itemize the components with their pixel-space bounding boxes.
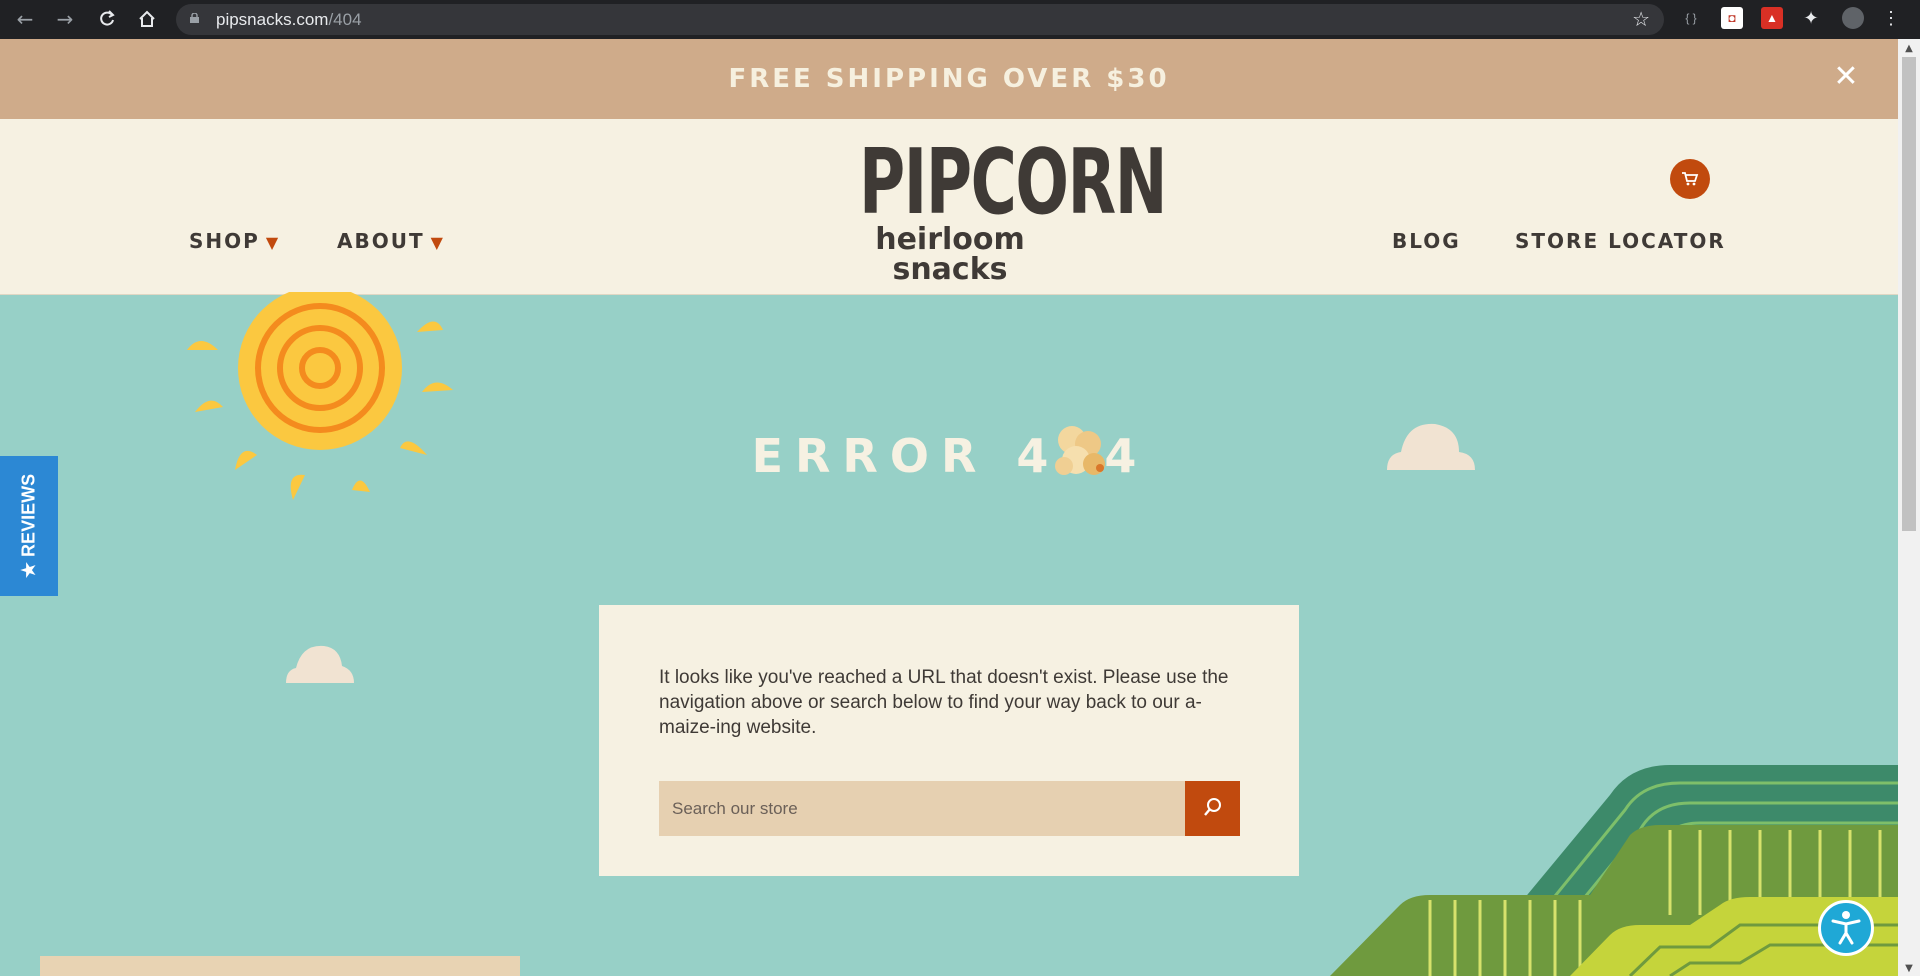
fields-illustration bbox=[1330, 765, 1898, 976]
pocket-extension-icon[interactable]: ◘ bbox=[1721, 7, 1743, 29]
error-message: It looks like you've reached a URL that … bbox=[659, 667, 1229, 738]
browser-toolbar: ← → pipsnacks.com/404 ☆ { } ◘ ▲ ✦ ⋮ bbox=[0, 0, 1920, 39]
footer-card-partial bbox=[40, 956, 520, 976]
error-heading: ERROR 4 4 bbox=[700, 420, 1200, 483]
scroll-down-arrow-icon[interactable]: ▼ bbox=[1903, 963, 1915, 974]
pdf-extension-icon[interactable]: ▲ bbox=[1761, 7, 1783, 29]
extensions-puzzle-icon[interactable]: ✦ bbox=[1800, 7, 1822, 29]
announcement-bar: FREE SHIPPING OVER $30 ✕ bbox=[0, 39, 1898, 119]
accessibility-button[interactable] bbox=[1818, 900, 1874, 956]
back-arrow-icon[interactable]: ← bbox=[10, 4, 40, 34]
scroll-up-arrow-icon[interactable]: ▲ bbox=[1903, 43, 1915, 54]
lock-icon bbox=[190, 13, 199, 23]
reload-icon[interactable] bbox=[92, 4, 122, 34]
caret-down-icon: ▼ bbox=[430, 233, 445, 252]
browser-menu-icon[interactable]: ⋮ bbox=[1880, 7, 1902, 29]
sun-illustration bbox=[187, 292, 453, 500]
accessibility-icon bbox=[1831, 911, 1861, 945]
error-card: It looks like you've reached a URL that … bbox=[599, 605, 1299, 876]
url-text: pipsnacks.com/404 bbox=[216, 10, 362, 29]
logo-wordmark: PIPCORN bbox=[859, 130, 1167, 235]
cart-icon[interactable] bbox=[1670, 159, 1710, 199]
home-icon[interactable] bbox=[132, 4, 162, 34]
page-scrollbar[interactable]: ▲ ▼ bbox=[1898, 39, 1920, 976]
close-icon[interactable]: ✕ bbox=[1830, 61, 1862, 93]
forward-arrow-icon[interactable]: → bbox=[50, 4, 80, 34]
search-icon bbox=[1203, 798, 1221, 816]
cloud-illustration bbox=[286, 645, 354, 683]
announcement-text: FREE SHIPPING OVER $30 bbox=[728, 64, 1170, 94]
json-extension-icon[interactable]: { } bbox=[1680, 7, 1702, 29]
bookmark-star-icon[interactable]: ☆ bbox=[1632, 4, 1650, 35]
profile-avatar[interactable] bbox=[1842, 7, 1864, 29]
address-bar[interactable]: pipsnacks.com/404 ☆ bbox=[176, 4, 1664, 35]
nav-shop[interactable]: SHOP ▼ bbox=[189, 229, 280, 253]
caret-down-icon: ▼ bbox=[265, 233, 281, 252]
site-logo[interactable]: PIPCORN heirloom snacks bbox=[820, 130, 1167, 285]
nav-store-locator[interactable]: STORE LOCATOR bbox=[1515, 229, 1726, 253]
site-header: SHOP ▼ ABOUT ▼ PIPCORN heirloom snacks BLO… bbox=[0, 119, 1898, 295]
cloud-illustration bbox=[1387, 423, 1475, 470]
search-input[interactable] bbox=[659, 781, 1185, 836]
popcorn-icon bbox=[1055, 426, 1106, 475]
nav-about[interactable]: ABOUT ▼ bbox=[337, 229, 445, 253]
reviews-tab[interactable]: ★ REVIEWS bbox=[0, 456, 58, 596]
scrollbar-thumb[interactable] bbox=[1902, 57, 1916, 531]
reviews-tab-label: ★ REVIEWS bbox=[18, 473, 39, 579]
search-button[interactable] bbox=[1185, 781, 1240, 836]
nav-blog[interactable]: BLOG bbox=[1392, 229, 1461, 253]
